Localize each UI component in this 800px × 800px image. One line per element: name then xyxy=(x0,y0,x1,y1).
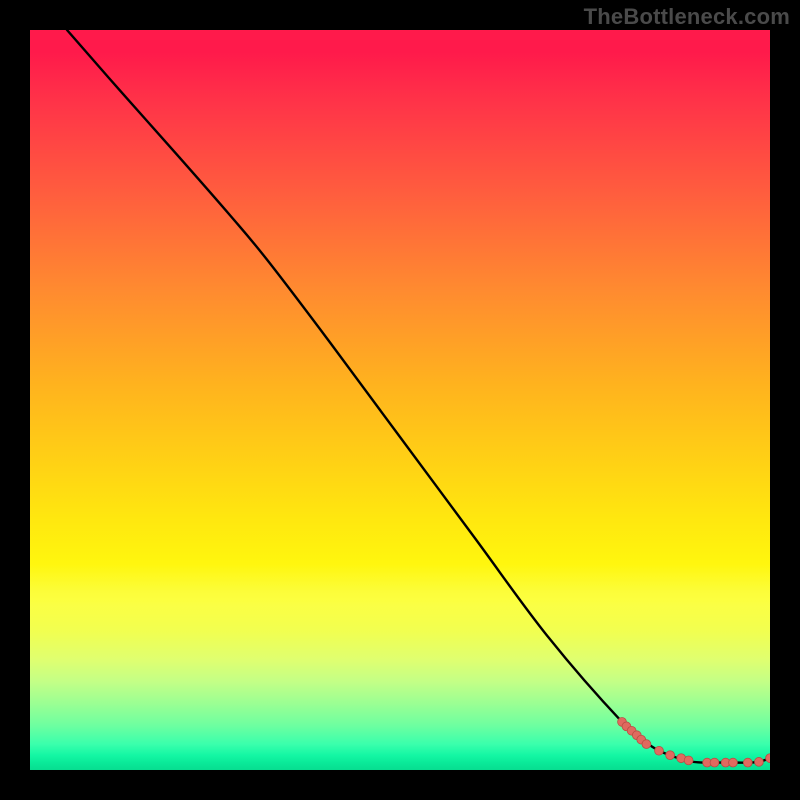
plot-area xyxy=(30,30,770,770)
watermark-text: TheBottleneck.com xyxy=(584,4,790,30)
chart-frame: TheBottleneck.com xyxy=(0,0,800,800)
